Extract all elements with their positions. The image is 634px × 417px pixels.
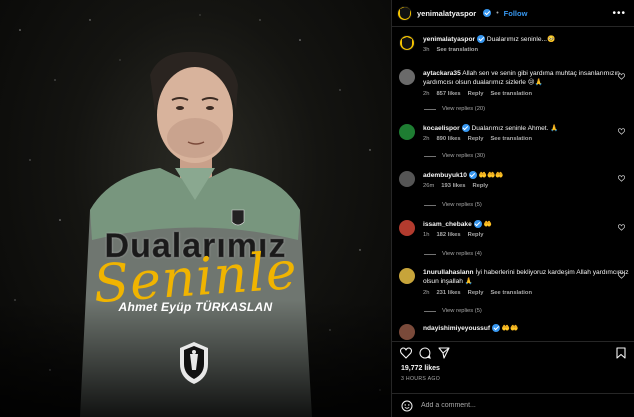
comment-reply-button[interactable]: Reply (468, 231, 484, 240)
view-replies-link[interactable]: View replies (4) (424, 251, 482, 257)
comment-time: 26m (423, 183, 435, 190)
follow-button[interactable]: Follow (504, 9, 528, 18)
comment-likes[interactable]: 193 likes (441, 182, 465, 191)
comment-avatar[interactable] (399, 324, 415, 340)
emoji-icon[interactable] (401, 400, 413, 412)
comment-likes[interactable]: 890 likes (436, 135, 460, 144)
comment-avatar[interactable] (399, 69, 415, 85)
verified-badge-icon (461, 124, 470, 133)
comment-reply-button[interactable]: Reply (468, 90, 484, 99)
post-like-count[interactable]: 19,772 likes (401, 365, 440, 372)
bookmark-save-icon[interactable] (615, 347, 627, 359)
caption-text: Dualarımız seninle...🥺 (486, 36, 556, 43)
view-replies-link[interactable]: View replies (30) (424, 153, 485, 159)
comment-item: 1nurullahaslann İyi haberlerini bekliyor… (399, 268, 629, 298)
view-replies-link[interactable]: View replies (5) (424, 202, 482, 208)
comment-username[interactable]: 1nurullahaslann (423, 269, 474, 276)
comment-avatar[interactable] (399, 220, 415, 236)
like-heart-icon[interactable] (618, 128, 625, 135)
verified-badge-icon (492, 324, 501, 333)
share-send-icon[interactable] (438, 347, 450, 359)
add-comment-input[interactable] (421, 402, 601, 409)
like-heart-icon[interactable] (618, 224, 625, 231)
comment-likes[interactable]: 857 likes (436, 90, 460, 99)
comment-avatar[interactable] (399, 124, 415, 140)
like-heart-icon[interactable] (400, 347, 412, 359)
post-header: yenimalatyaspor • Follow ••• (392, 0, 634, 27)
verified-badge-icon (483, 9, 492, 17)
caption-row: yenimalatyaspor Dualarımız seninle...🥺 3… (399, 35, 629, 56)
comment-likes[interactable]: 182 likes (436, 231, 460, 240)
post-action-bar (392, 341, 634, 363)
post-side-panel: yenimalatyaspor • Follow ••• yenimalatya… (391, 0, 634, 417)
separator-dot: • (496, 9, 499, 17)
caption-username[interactable]: yenimalatyaspor (423, 36, 475, 43)
view-replies-link[interactable]: View replies (5) (424, 308, 482, 314)
verified-badge-icon (473, 220, 482, 229)
comment-bubble-icon[interactable] (419, 347, 431, 359)
comment-text: 🤲 (483, 221, 492, 228)
add-comment-bar (392, 393, 634, 417)
comment-avatar[interactable] (399, 171, 415, 187)
comment-username[interactable]: issam_chebake (423, 221, 472, 228)
like-heart-icon[interactable] (618, 73, 625, 80)
comment-username[interactable]: adembuyuk10 (423, 172, 467, 179)
like-heart-icon[interactable] (618, 272, 625, 279)
comment-item: aytackara35 Allah sen ve senin gibi yard… (399, 69, 629, 99)
comment-time: 2h (423, 90, 430, 97)
caption-time: 3h (423, 47, 430, 54)
comment-time: 2h (423, 136, 430, 143)
comment-text: Dualarımız seninle Ahmet. 🙏 (471, 125, 559, 132)
comment-see-translation[interactable]: See translation (490, 135, 532, 144)
view-replies-link[interactable]: View replies (20) (424, 106, 485, 112)
player-name: Ahmet Eyüp TÜRKASLAN (118, 300, 273, 314)
comment-item: kocaelispor Dualarımız seninle Ahmet. 🙏 … (399, 124, 629, 145)
comment-reply-button[interactable]: Reply (472, 182, 488, 191)
like-heart-icon[interactable] (618, 175, 625, 182)
comment-text: 🤲🤲 (501, 325, 519, 332)
comment-item: issam_chebake 🤲 1h 182 likes Reply (399, 220, 629, 241)
comment-likes[interactable]: 231 likes (436, 289, 460, 298)
comment-item: adembuyuk10 🤲🤲🤲 26m 193 likes Reply (399, 171, 629, 192)
comment-username[interactable]: ndayishimiyeyoussuf (423, 325, 490, 332)
account-username[interactable]: yenimalatyaspor (417, 9, 476, 18)
comment-text: 🤲🤲🤲 (478, 172, 504, 179)
comment-reply-button[interactable]: Reply (468, 135, 484, 144)
club-crest-logo (180, 342, 208, 384)
post-timestamp: 3 HOURS AGO (401, 376, 441, 382)
verified-badge-icon (477, 35, 486, 44)
more-options-icon[interactable]: ••• (612, 8, 626, 19)
caption-see-translation[interactable]: See translation (436, 46, 478, 55)
comment-item: ndayishimiyeyoussuf 🤲🤲 (399, 324, 629, 340)
comment-time: 1h (423, 232, 430, 239)
comment-username[interactable]: kocaelispor (423, 125, 460, 132)
comment-reply-button[interactable]: Reply (468, 289, 484, 298)
comment-avatar[interactable] (399, 268, 415, 284)
caption-avatar[interactable] (399, 35, 415, 51)
account-avatar[interactable] (397, 5, 412, 21)
comment-see-translation[interactable]: See translation (490, 90, 532, 99)
comment-username[interactable]: aytackara35 (423, 70, 461, 77)
comment-time: 2h (423, 289, 430, 296)
comments-list[interactable]: yenimalatyaspor Dualarımız seninle...🥺 3… (392, 28, 634, 340)
verified-badge-icon (468, 171, 477, 180)
post-image[interactable]: Dualarımız Seninle Ahmet Eyüp TÜRKASLAN (0, 0, 391, 417)
comment-see-translation[interactable]: See translation (490, 289, 532, 298)
